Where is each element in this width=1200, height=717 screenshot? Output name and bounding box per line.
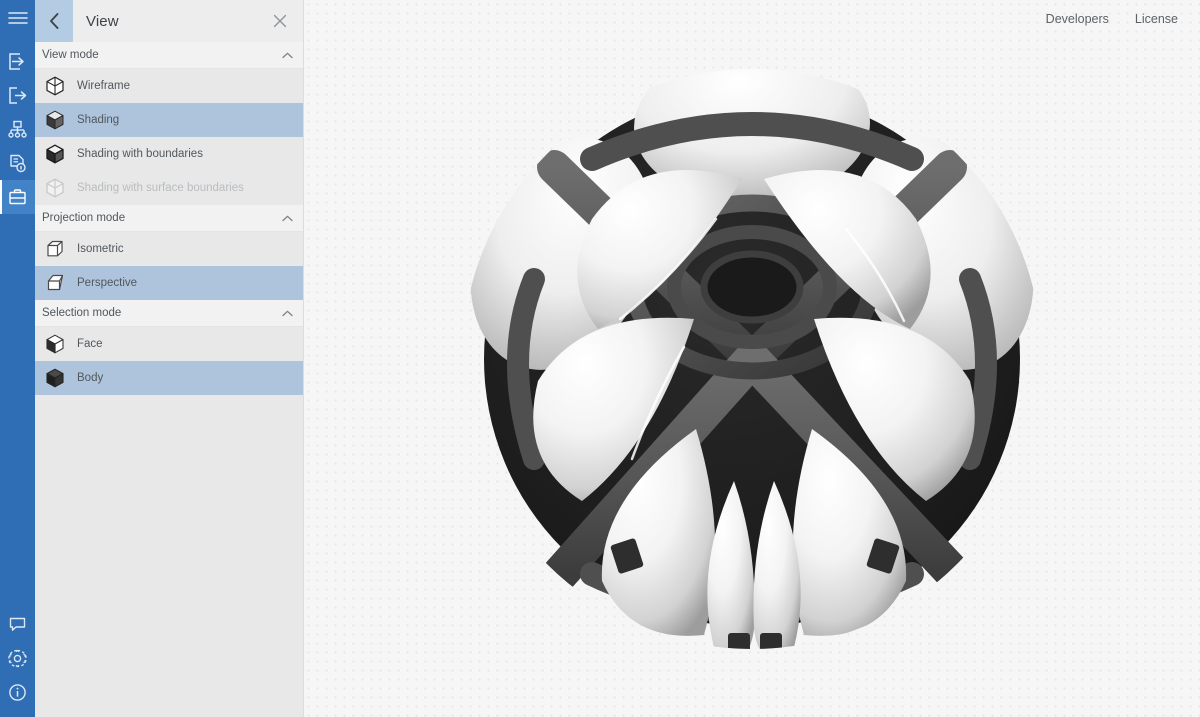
- section-label: Selection mode: [42, 307, 122, 319]
- close-icon[interactable]: [265, 0, 295, 42]
- option-label: Shading: [77, 114, 120, 126]
- structure-icon[interactable]: [0, 112, 35, 146]
- section-header-view-mode[interactable]: View mode: [35, 42, 303, 69]
- section-label: View mode: [42, 49, 99, 61]
- page-title: View: [86, 12, 119, 30]
- toolbox-icon[interactable]: [0, 180, 35, 214]
- rail-divider-1: [0, 36, 35, 44]
- option-perspective[interactable]: Perspective: [35, 266, 303, 300]
- projection-mode-options: Isometric Perspective: [35, 232, 303, 300]
- cube-body-icon: [43, 366, 67, 390]
- option-label: Shading with surface boundaries: [77, 182, 244, 194]
- view-mode-options: Wireframe Shading Shading with boundarie…: [35, 69, 303, 205]
- cube-face-icon: [43, 332, 67, 356]
- option-label: Perspective: [77, 277, 138, 289]
- lobe-seams: [618, 217, 906, 460]
- settings-icon[interactable]: [0, 641, 35, 675]
- developers-link[interactable]: Developers: [1046, 12, 1109, 26]
- roller-lobes-front: [533, 169, 975, 649]
- option-label: Shading with boundaries: [77, 148, 203, 160]
- option-label: Face: [77, 338, 103, 350]
- back-button[interactable]: [35, 0, 73, 42]
- retaining-bands: [507, 111, 997, 623]
- chevron-up-icon: [282, 304, 293, 322]
- viewport-canvas[interactable]: Developers License: [304, 0, 1200, 717]
- chevron-up-icon: [282, 209, 293, 227]
- chevron-up-icon: [282, 46, 293, 64]
- left-icon-rail: [0, 0, 35, 717]
- option-shading-with-surface-boundaries: Shading with surface boundaries: [35, 171, 303, 205]
- panel-header: View: [35, 0, 303, 42]
- hub-ring: [625, 194, 879, 379]
- cube-isometric-icon: [43, 237, 67, 261]
- fasteners: [610, 537, 900, 649]
- option-label: Wireframe: [77, 80, 131, 92]
- section-label: Projection mode: [42, 212, 126, 224]
- option-shading[interactable]: Shading: [35, 103, 303, 137]
- option-label: Body: [77, 372, 104, 384]
- info-icon[interactable]: [0, 675, 35, 709]
- rail-bottom-group: [0, 607, 35, 717]
- model-3d: [304, 0, 1200, 717]
- cube-shaded-edges-icon: [43, 142, 67, 166]
- cube-wireframe-icon: [43, 74, 67, 98]
- option-isometric[interactable]: Isometric: [35, 232, 303, 266]
- hub-spokes: [537, 133, 972, 644]
- section-header-selection-mode[interactable]: Selection mode: [35, 300, 303, 327]
- view-panel: View View mode Wireframe Shading Shading…: [35, 0, 304, 717]
- application-window: View View mode Wireframe Shading Shading…: [0, 0, 1200, 717]
- option-body[interactable]: Body: [35, 361, 303, 395]
- license-link[interactable]: License: [1135, 12, 1178, 26]
- rail-bottom-pad: [0, 709, 35, 717]
- selection-mode-options: Face Body: [35, 327, 303, 395]
- roller-lobes-back: [470, 68, 1034, 370]
- option-label: Isometric: [77, 243, 124, 255]
- option-wireframe[interactable]: Wireframe: [35, 69, 303, 103]
- section-header-projection-mode[interactable]: Projection mode: [35, 205, 303, 232]
- omni-wheel-render: [470, 68, 1034, 649]
- hub-core: [484, 90, 1020, 627]
- export-icon[interactable]: [0, 78, 35, 112]
- option-shading-with-boundaries[interactable]: Shading with boundaries: [35, 137, 303, 171]
- properties-icon[interactable]: [0, 146, 35, 180]
- rail-top-group: [0, 0, 35, 214]
- import-icon[interactable]: [0, 44, 35, 78]
- feedback-icon[interactable]: [0, 607, 35, 641]
- top-links: Developers License: [1046, 0, 1200, 38]
- option-face[interactable]: Face: [35, 327, 303, 361]
- cube-perspective-icon: [43, 271, 67, 295]
- cube-shaded-icon: [43, 108, 67, 132]
- menu-icon[interactable]: [0, 0, 35, 36]
- cube-surface-icon: [43, 176, 67, 200]
